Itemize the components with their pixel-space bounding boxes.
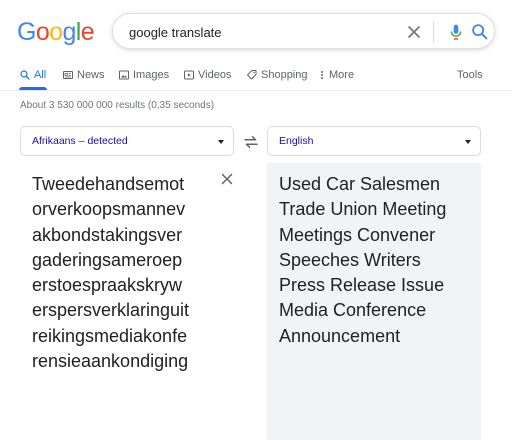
search-box[interactable]: google translate	[112, 13, 495, 49]
result-stats: About 3 530 000 000 results (0,35 second…	[20, 100, 215, 111]
google-logo[interactable]: Google	[17, 18, 95, 46]
translation-output-panel: Used Car Salesmen Trade Union Meeting Me…	[267, 163, 481, 440]
tab-label: Tools	[457, 69, 483, 81]
tab-more[interactable]: More	[318, 67, 354, 83]
search-input[interactable]: google translate	[129, 25, 222, 40]
tab-label: Shopping	[261, 69, 308, 81]
dropdown-caret-icon	[465, 140, 471, 144]
newspaper-icon	[63, 71, 73, 79]
more-vertical-icon	[321, 71, 323, 79]
clear-source-icon[interactable]	[218, 170, 236, 188]
logo-letter: g	[62, 18, 76, 46]
source-text-input[interactable]: Tweedehandsemotorverkoopsmannevakbondsta…	[32, 172, 192, 374]
translation-line: Press Release Issue	[279, 275, 445, 296]
image-icon	[119, 70, 129, 80]
tab-label: More	[329, 69, 355, 81]
tab-label: All	[34, 69, 47, 81]
tab-label: Images	[133, 69, 170, 81]
tab-all[interactable]: All	[19, 67, 46, 83]
tab-images[interactable]: Images	[118, 67, 169, 83]
search-icon[interactable]	[469, 21, 491, 43]
search-icon	[20, 70, 30, 80]
search-divider	[433, 21, 434, 43]
target-language-label: English	[279, 135, 314, 147]
logo-letter: G	[17, 18, 36, 46]
clear-icon[interactable]	[404, 22, 424, 42]
logo-letter: o	[49, 18, 63, 46]
translation-line: Trade Union Meeting	[279, 199, 447, 220]
source-language-label: Afrikaans – detected	[32, 135, 128, 147]
target-language-select[interactable]: English	[267, 126, 481, 156]
tabs-divider	[0, 90, 512, 91]
translation-line: Media Conference	[279, 300, 427, 321]
search-tabs: All News Images Videos Shopping More Too…	[0, 67, 512, 91]
tab-news[interactable]: News	[62, 67, 105, 83]
logo-letter: e	[80, 18, 95, 46]
tab-shopping[interactable]: Shopping	[246, 67, 308, 83]
tag-icon	[247, 70, 257, 80]
video-icon	[184, 70, 194, 80]
translation-line: Meetings Convener	[279, 224, 436, 245]
microphone-icon[interactable]	[445, 21, 467, 43]
logo-letter: o	[35, 18, 50, 46]
translation-line: Announcement	[279, 325, 401, 346]
tab-label: News	[77, 69, 105, 81]
dropdown-caret-icon	[218, 140, 224, 144]
tab-label: Videos	[198, 69, 232, 81]
translation-output: Used Car Salesmen Trade Union Meeting Me…	[279, 172, 475, 349]
swap-languages-icon[interactable]	[242, 133, 260, 151]
source-language-select[interactable]: Afrikaans – detected	[20, 126, 234, 156]
tools-button[interactable]: Tools	[457, 67, 483, 83]
translation-line: Used Car Salesmen	[279, 174, 441, 194]
tab-videos[interactable]: Videos	[183, 67, 231, 83]
translation-line: Speeches Writers	[279, 249, 421, 270]
